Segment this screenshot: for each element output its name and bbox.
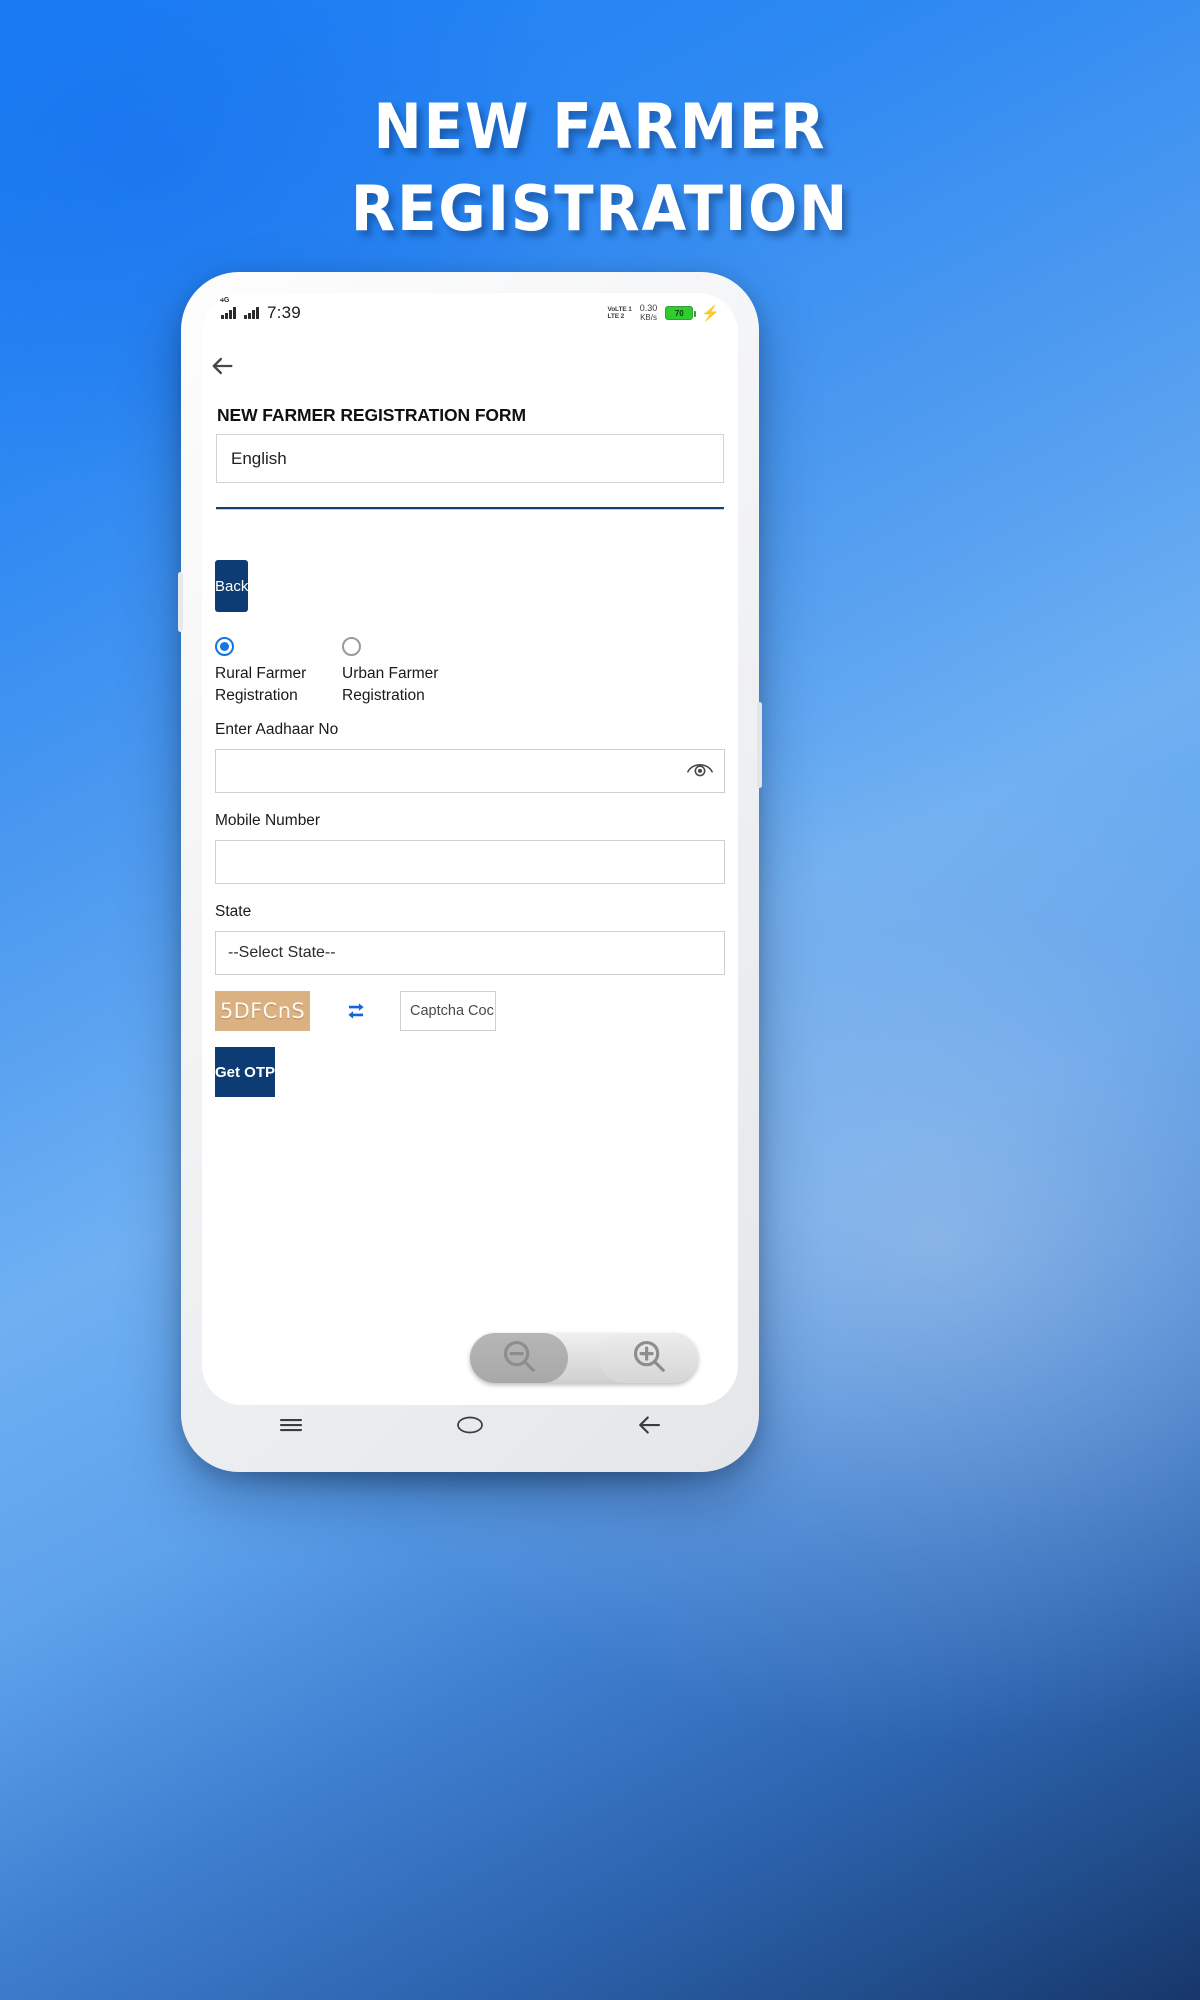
state-select[interactable]: --Select State-- [215,931,725,975]
back-button[interactable]: Back [215,560,249,612]
form-container: NEW FARMER REGISTRATION FORM English [202,405,738,510]
magnifier-minus-icon [500,1337,538,1380]
aadhaar-label: Enter Aadhaar No [215,721,339,738]
language-select[interactable]: English [216,434,724,483]
radio-option-urban[interactable]: Urban Farmer Registration [342,637,469,707]
network-speed-unit: KB/s [640,313,657,322]
zoom-out-button[interactable] [470,1333,568,1383]
signal-strength-sim1-icon: 4G [220,297,236,319]
radio-urban-indicator[interactable] [342,637,361,656]
zoom-control[interactable] [470,1333,698,1383]
phone-mockup: 4G 7:39 VoLTE 1 LTE 2 0.30 KB/s 70 ⚡ NEW… [178,272,762,1472]
get-otp-button[interactable]: Get OTP [215,1047,276,1097]
magnifier-plus-icon [630,1337,668,1380]
battery-percent-label: 70 [674,308,684,318]
android-nav-bar [202,1396,738,1458]
status-bar-left: 4G 7:39 [220,297,301,323]
radio-rural-label: Rural Farmer Registration [215,665,307,704]
network-speed-indicator: 0.30 KB/s [639,303,658,323]
app-content: NEW FARMER REGISTRATION FORM English Bac… [202,333,738,1405]
poster-title-line-1: NEW FARMER [373,90,827,163]
back-arrow-icon[interactable] [208,352,236,380]
volte-sim1-label: VoLTE 1 [607,305,632,313]
phone-power-button [757,702,762,788]
volte-sim2-label: LTE 2 [607,313,625,320]
volte-indicator-icon: VoLTE 1 LTE 2 [607,306,631,321]
captcha-image: 5DFCnS [215,991,310,1031]
refresh-icon[interactable] [343,998,369,1024]
phone-screen: 4G 7:39 VoLTE 1 LTE 2 0.30 KB/s 70 ⚡ NEW… [202,293,738,1405]
poster-heading: NEW FARMER REGISTRATION [0,86,1200,250]
mobile-label: Mobile Number [215,812,321,829]
hamburger-menu-icon[interactable] [276,1410,306,1445]
lightning-bolt-icon: ⚡ [701,304,720,322]
network-speed-value: 0.30 [639,303,658,313]
radio-option-rural[interactable]: Rural Farmer Registration [215,637,342,707]
status-bar: 4G 7:39 VoLTE 1 LTE 2 0.30 KB/s 70 ⚡ [202,293,738,333]
app-top-bar [202,333,738,399]
registration-type-group: Rural Farmer Registration Urban Farmer R… [215,637,738,707]
home-pill-icon[interactable] [453,1412,487,1443]
poster-title-line-2: REGISTRATION [350,172,850,245]
captcha-input[interactable]: Captcha Coc [400,991,496,1031]
page-title: NEW FARMER REGISTRATION FORM [217,405,526,425]
captcha-row: 5DFCnS Captcha Coc [215,991,725,1031]
eye-icon[interactable] [686,759,714,783]
zoom-in-button[interactable] [600,1333,698,1383]
state-select-value: --Select State-- [228,944,336,961]
signal-strength-sim2-icon [244,307,259,319]
captcha-input-placeholder: Captcha Coc [410,1003,494,1019]
phone-volume-button [178,572,183,632]
network-type-label: 4G [220,297,230,304]
section-divider [216,507,724,510]
status-bar-right: VoLTE 1 LTE 2 0.30 KB/s 70 ⚡ [607,303,720,323]
nav-back-arrow-icon[interactable] [634,1410,664,1445]
state-label: State [215,903,252,920]
battery-icon: 70 [665,306,697,320]
language-select-value: English [231,448,287,468]
radio-urban-label: Urban Farmer Registration [342,665,439,704]
status-bar-clock: 7:39 [267,303,301,322]
aadhaar-input[interactable] [215,749,725,793]
radio-rural-indicator[interactable] [215,637,234,656]
mobile-input[interactable] [215,840,725,884]
